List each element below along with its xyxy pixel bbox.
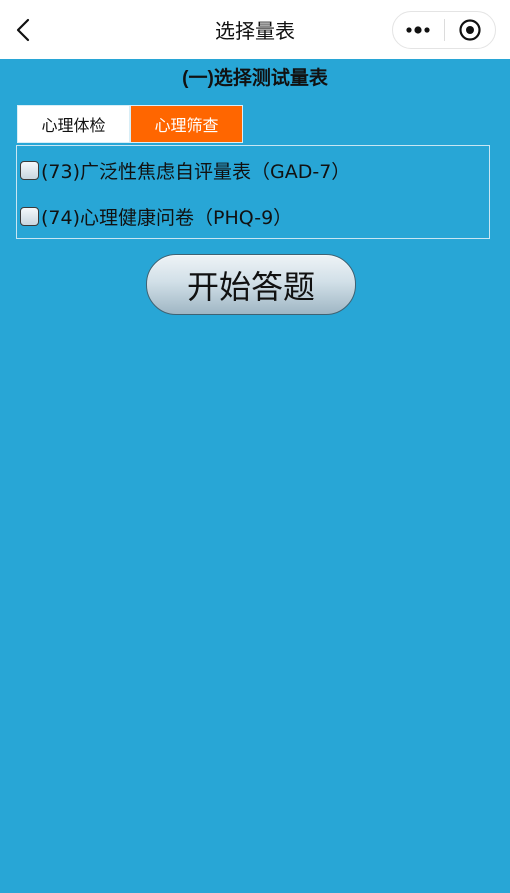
section-title: (一)选择测试量表: [182, 68, 328, 89]
scale-item-phq9[interactable]: (74)心理健康问卷（PHQ-9）: [20, 201, 292, 231]
more-dots-icon: [406, 26, 430, 34]
gad7-checkbox[interactable]: [20, 160, 39, 180]
start-answer-button[interactable]: 开始答题: [146, 254, 356, 315]
main-content: (一)选择测试量表 心理体检 心理筛查 (73)广泛性焦虑自评量表（GAD-7）…: [0, 59, 510, 893]
scale-list: (73)广泛性焦虑自评量表（GAD-7） (74)心理健康问卷（PHQ-9）: [16, 145, 490, 239]
scale-label-phq9: (74)心理健康问卷（PHQ-9）: [41, 206, 293, 229]
mini-program-capsule: [392, 11, 496, 49]
phq9-checkbox[interactable]: [20, 206, 39, 226]
tab-psych-screening[interactable]: 心理筛查: [130, 105, 243, 143]
scale-label-gad7: (73)广泛性焦虑自评量表（GAD-7）: [41, 160, 351, 183]
close-button[interactable]: [445, 12, 496, 48]
record-circle-icon: [459, 19, 481, 41]
scale-item-gad7[interactable]: (73)广泛性焦虑自评量表（GAD-7）: [20, 155, 350, 185]
more-button[interactable]: [393, 12, 444, 48]
navigation-bar: 选择量表: [0, 0, 510, 59]
tab-psych-checkup[interactable]: 心理体检: [17, 105, 130, 143]
